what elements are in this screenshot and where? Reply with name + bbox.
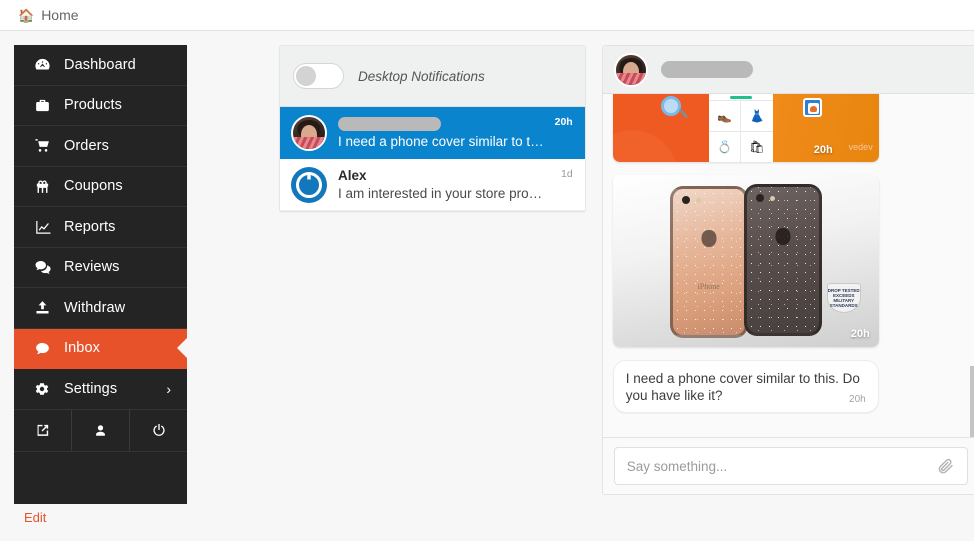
breadcrumb-home-label[interactable]: Home xyxy=(41,7,78,23)
chevron-right-icon: › xyxy=(166,380,171,397)
avatar xyxy=(291,114,327,151)
home-icon: 🏠 xyxy=(18,7,35,23)
comments-icon xyxy=(34,258,60,276)
cart-icon xyxy=(34,137,60,154)
conversation-name-redacted xyxy=(338,116,544,132)
conversation-panel: Desktop Notifications I need a phone cov… xyxy=(279,45,586,212)
conversation-snippet: I need a phone cover similar to t… xyxy=(338,133,544,149)
sidebar-filler xyxy=(14,451,187,504)
sidebar-item-label: Orders xyxy=(64,137,109,154)
shoe-icon: 👞 xyxy=(708,101,741,131)
sidebar-item-label: Reviews xyxy=(64,259,120,276)
apple-logo-icon xyxy=(775,227,791,245)
sidebar-item-label: Settings xyxy=(64,380,118,397)
sidebar-item-label: Inbox xyxy=(64,340,100,357)
search-icon xyxy=(660,96,681,116)
phone-case-grey xyxy=(743,184,822,336)
chat-bubble-icon xyxy=(34,340,60,357)
avatar xyxy=(291,166,327,203)
apple-logo-icon xyxy=(701,229,717,247)
message-image-promo-banner[interactable]: 👞 👗 💍 🛍 vedev 20h xyxy=(612,94,879,162)
gear-icon xyxy=(34,381,60,397)
conversation-name: Alex xyxy=(338,167,367,183)
sidebar-item-label: Coupons xyxy=(64,178,123,195)
sidebar-item-settings[interactable]: Settings › xyxy=(14,369,187,410)
sidebar-item-dashboard[interactable]: Dashboard xyxy=(14,45,187,86)
upload-icon xyxy=(34,299,60,316)
banner-product-grid: 👞 👗 💍 🛍 xyxy=(708,94,773,162)
chat-input-container[interactable] xyxy=(613,447,968,485)
phone-case-rose: iPhone xyxy=(669,186,748,338)
message-timestamp: 20h xyxy=(849,394,866,405)
user-icon[interactable] xyxy=(72,409,130,451)
conversation-content: I need a phone cover similar to t… xyxy=(338,116,544,150)
sidebar-item-withdraw[interactable]: Withdraw xyxy=(14,288,187,329)
conversation-timestamp: 1d xyxy=(561,168,573,180)
paperclip-icon[interactable] xyxy=(937,457,955,475)
dashboard-icon xyxy=(34,56,60,73)
message-timestamp: 20h xyxy=(850,328,870,340)
chart-line-icon xyxy=(34,218,60,236)
conversation-timestamp: 20h xyxy=(554,116,573,128)
sidebar-item-label: Products xyxy=(64,97,123,114)
chat-panel: 👞 👗 💍 🛍 vedev 20h iPhone DROP TESTED EXC… xyxy=(601,45,974,495)
sidebar-quick-actions xyxy=(14,409,187,452)
conversation-snippet: I am interested in your store pro… xyxy=(338,185,543,201)
chat-scrollbar[interactable] xyxy=(969,94,974,437)
watermark: vedev xyxy=(848,142,873,152)
sidebar-item-reviews[interactable]: Reviews xyxy=(14,248,187,288)
chat-messages[interactable]: 👞 👗 💍 🛍 vedev 20h iPhone DROP TESTED EXC… xyxy=(603,94,974,437)
dress-icon: 👗 xyxy=(741,101,773,131)
chat-column: 👞 👗 💍 🛍 vedev 20h iPhone DROP TESTED EXC… xyxy=(601,45,974,541)
avatar xyxy=(613,52,648,87)
page-body: Dashboard Products Orders Coupons Report… xyxy=(0,31,974,541)
sidebar-item-inbox[interactable]: Inbox xyxy=(14,328,187,369)
photo-stack-icon xyxy=(802,98,822,117)
message-image-phone-cases[interactable]: iPhone DROP TESTED EXCEEDS MILITARY STANDAR… xyxy=(612,175,879,347)
sidebar-nav: Dashboard Products Orders Coupons Report… xyxy=(14,45,187,504)
sidebar-item-products[interactable]: Products xyxy=(14,86,187,126)
sidebar-item-label: Dashboard xyxy=(64,56,136,73)
scrollbar-thumb[interactable] xyxy=(969,366,974,437)
sidebar-item-reports[interactable]: Reports xyxy=(14,207,187,248)
message-text: I need a phone cover similar to this. Do… xyxy=(625,371,860,403)
sidebar: Dashboard Products Orders Coupons Report… xyxy=(14,45,187,541)
message-bubble: I need a phone cover similar to this. Do… xyxy=(612,360,879,413)
breadcrumb-bar: 🏠 Home xyxy=(0,0,974,31)
banner-left-panel xyxy=(612,94,709,162)
toggle-knob xyxy=(296,66,316,86)
sidebar-item-label: Reports xyxy=(64,218,116,235)
military-standard-badge: DROP TESTED EXCEEDS MILITARY STANDARDS xyxy=(826,283,861,313)
desktop-notifications-bar: Desktop Notifications xyxy=(280,46,585,107)
sidebar-item-orders[interactable]: Orders xyxy=(14,126,187,167)
power-icon[interactable] xyxy=(130,410,187,451)
message-input[interactable] xyxy=(626,458,937,474)
redacted-name-pill xyxy=(660,61,753,78)
ring-icon: 💍 xyxy=(708,132,741,162)
chat-composer xyxy=(602,437,974,494)
edit-link[interactable]: Edit xyxy=(14,504,46,525)
desktop-notifications-label: Desktop Notifications xyxy=(358,68,485,84)
list-item[interactable]: I need a phone cover similar to t… 20h xyxy=(280,107,585,159)
chat-header xyxy=(602,46,974,94)
briefcase-icon xyxy=(34,97,60,114)
gift-icon xyxy=(34,178,60,195)
external-link-icon[interactable] xyxy=(14,409,72,451)
list-item[interactable]: Alex I am interested in your store pro… … xyxy=(280,159,585,211)
basket-icon: 🛍 xyxy=(741,132,773,162)
desktop-notifications-toggle[interactable] xyxy=(293,63,344,89)
message-timestamp: 20h xyxy=(813,144,833,156)
sidebar-item-coupons[interactable]: Coupons xyxy=(14,167,187,207)
conversation-content: Alex I am interested in your store pro… xyxy=(338,168,550,202)
brand-logo-icon xyxy=(292,167,326,202)
sidebar-item-label: Withdraw xyxy=(64,299,126,316)
redacted-name-pill xyxy=(338,116,441,131)
conversation-list-column: Desktop Notifications I need a phone cov… xyxy=(279,45,586,541)
